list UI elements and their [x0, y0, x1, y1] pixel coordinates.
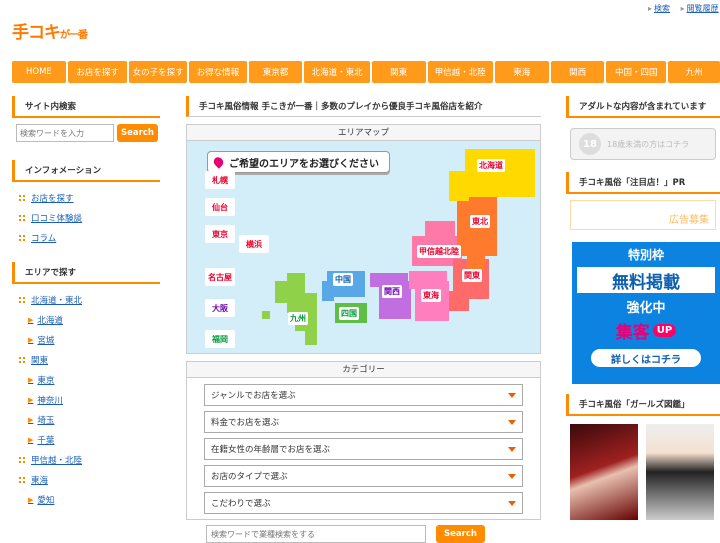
age-18-icon: 18 — [579, 133, 601, 155]
category-box: ジャンルでお店を選ぶ 料金でお店を選ぶ 在籍女性の年齢層でお店を選ぶ お店のタイプで選… — [186, 378, 541, 520]
japan-map-graphic — [262, 149, 535, 345]
pr-banner-strengthen: 強化中 — [626, 301, 666, 316]
pr-heading: 手コキ風俗「注目店！」PR — [566, 172, 720, 194]
area-link[interactable]: ▶ 宮城 — [12, 330, 160, 350]
dropdown-arrow-icon — [508, 419, 516, 425]
pr-banner-customer: 集客 UP — [616, 318, 677, 343]
dropdown-arrow-icon — [508, 446, 516, 452]
region-kyushu[interactable]: 九州 — [288, 312, 308, 325]
region-tohoku[interactable]: 東北 — [470, 215, 490, 228]
info-heading: インフォメーション — [12, 160, 160, 182]
dropdown-arrow-icon — [508, 473, 516, 479]
region-chugoku[interactable]: 中国 — [333, 273, 353, 286]
area-link[interactable]: ▶ 北海道 — [12, 310, 160, 330]
nav-6[interactable]: 関東 — [371, 61, 426, 83]
nav-3[interactable]: お得な情報 — [189, 61, 247, 83]
top-link-history[interactable]: 閲覧履歴 — [681, 4, 719, 13]
info-link[interactable]: コラム — [12, 228, 160, 248]
dots-icon — [18, 213, 27, 223]
info-link[interactable]: 口コミ体験談 — [12, 208, 160, 228]
genre-search-button[interactable]: Search — [436, 525, 485, 543]
area-map: ご希望のエリアをお選びください 札幌 仙台 東京 横浜 名古屋 大阪 福岡 北海道 東北 — [186, 141, 541, 354]
site-logo[interactable]: 手コキが一番 — [12, 18, 88, 43]
pr-banner-more-button[interactable]: 詳しくはコチラ — [591, 349, 701, 367]
dots-icon — [18, 455, 27, 465]
area-link[interactable]: ▶ 神奈川 — [12, 390, 160, 410]
ad-wanted-box[interactable]: 広告募集 — [570, 200, 716, 230]
info-link[interactable]: お店を探す — [12, 188, 160, 208]
adult-warning-heading: アダルトな内容が含まれています — [566, 96, 720, 118]
dots-icon — [18, 355, 27, 365]
global-nav: HOME お店を探す 女の子を探す お得な情報 東京都 北海道・東北 関東 甲信越・北陸 東海関… — [12, 61, 720, 83]
arrow-icon: ▶ — [28, 336, 34, 344]
site-search-heading: サイト内検索 — [12, 96, 160, 118]
genre-search-input[interactable] — [206, 525, 426, 543]
site-search-input[interactable] — [16, 124, 114, 142]
arrow-icon: ▶ — [28, 416, 34, 424]
region-shikoku[interactable]: 四国 — [339, 307, 359, 320]
arrow-icon: ▶ — [28, 496, 34, 504]
category-select[interactable]: ジャンルでお店を選ぶ — [204, 384, 523, 406]
nav-10[interactable]: 中国・四国 — [606, 61, 667, 83]
area-heading: エリアで探す — [12, 262, 160, 284]
area-link[interactable]: 東海 — [12, 470, 160, 490]
top-link-search[interactable]: 検索 — [648, 4, 670, 13]
dots-icon — [18, 475, 27, 485]
area-link[interactable]: ▶ 東京 — [12, 370, 160, 390]
girl-photo[interactable] — [646, 424, 714, 520]
region-hokkaido[interactable]: 北海道 — [477, 159, 505, 172]
area-link[interactable]: ▶ 千葉 — [12, 430, 160, 450]
arrow-icon: ▶ — [28, 376, 34, 384]
pr-banner-label: 特別枠 — [627, 248, 664, 262]
arrow-icon: ▶ — [28, 316, 34, 324]
area-link[interactable]: ▶ 埼玉 — [12, 410, 160, 430]
nav-2[interactable]: 女の子を探す — [129, 61, 187, 83]
nav-9[interactable]: 関西 — [550, 61, 605, 83]
category-heading: カテゴリー — [186, 361, 541, 378]
category-select[interactable]: お店のタイプで選ぶ — [204, 465, 523, 487]
area-link[interactable]: 甲信越・北陸 — [12, 450, 160, 470]
area-link[interactable]: ▶ 愛知 — [12, 490, 160, 510]
left-sidebar: サイト内検索 Search インフォメーション お店を探す口コミ体験談コラム エ… — [12, 96, 160, 510]
nav-5[interactable]: 北海道・東北 — [304, 61, 370, 83]
nav-0[interactable]: HOME — [12, 61, 66, 83]
area-link[interactable]: 北海道・東北 — [12, 290, 160, 310]
pr-banner[interactable]: 特別枠 無料掲載 強化中 集客 UP 詳しくはコチラ — [572, 242, 720, 384]
dropdown-arrow-icon — [508, 392, 516, 398]
category-select[interactable]: 料金でお店を選ぶ — [204, 411, 523, 433]
arrow-icon: ▶ — [28, 436, 34, 444]
area-link[interactable]: 関東 — [12, 350, 160, 370]
region-kansai[interactable]: 関西 — [382, 285, 402, 298]
top-links: 検索 閲覧履歴 — [640, 3, 719, 14]
region-tokai[interactable]: 東海 — [421, 289, 441, 302]
page-title: 手コキ風俗情報 手こきが一番｜多数のプレイから優良手コキ風俗店を紹介 — [186, 96, 541, 117]
dots-icon — [18, 193, 27, 203]
category-select[interactable]: こだわりで選ぶ — [204, 492, 523, 514]
arrow-icon: ▶ — [28, 396, 34, 404]
girls-heading: 手コキ風俗「ガールズ図鑑」 — [566, 394, 720, 416]
girl-photo[interactable] — [570, 424, 638, 520]
under-18-button[interactable]: 18 18歳未満の方はコチラ — [570, 128, 716, 160]
nav-7[interactable]: 甲信越・北陸 — [427, 61, 493, 83]
nav-11[interactable]: 九州 — [668, 61, 720, 83]
dots-icon — [18, 233, 27, 243]
pr-banner-free: 無料掲載 — [577, 267, 715, 293]
right-sidebar: アダルトな内容が含まれています 18 18歳未満の方はコチラ 手コキ風俗「注目店！… — [566, 96, 720, 520]
area-map-heading: エリアマップ — [186, 124, 541, 141]
region-kanto[interactable]: 関東 — [462, 269, 482, 282]
nav-4[interactable]: 東京都 — [248, 61, 303, 83]
nav-8[interactable]: 東海 — [494, 61, 549, 83]
dots-icon — [18, 295, 27, 305]
nav-1[interactable]: お店を探す — [67, 61, 128, 83]
site-search-button[interactable]: Search — [117, 124, 158, 142]
dropdown-arrow-icon — [508, 500, 516, 506]
main-content: 手コキ風俗情報 手こきが一番｜多数のプレイから優良手コキ風俗店を紹介 エリアマッ… — [186, 96, 541, 543]
region-koshinetsu[interactable]: 甲信越北陸 — [417, 245, 461, 258]
category-select[interactable]: 在籍女性の年齢層でお店を選ぶ — [204, 438, 523, 460]
